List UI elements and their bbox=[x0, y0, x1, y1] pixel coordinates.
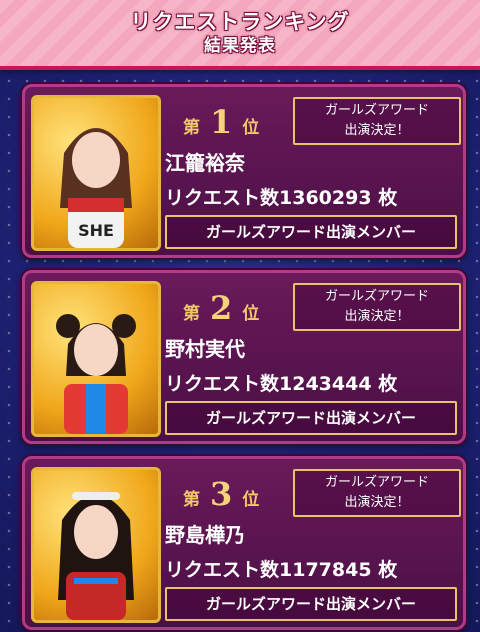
rank-label: 第 3 位 bbox=[183, 475, 260, 513]
header-title: リクエストランキング bbox=[130, 10, 350, 34]
ranking-card-2[interactable]: 第 2 位 ガールズアワード 出演決定！ 野村実代 リクエスト数1243444 … bbox=[22, 270, 466, 444]
rank-label: 第 2 位 bbox=[183, 289, 260, 327]
ranking-header: リクエストランキング 結果発表 bbox=[0, 0, 480, 70]
member-name: 野村実代 bbox=[165, 337, 245, 361]
request-count: リクエスト数1360293 枚 bbox=[165, 187, 398, 209]
header-subtitle: 結果発表 bbox=[204, 36, 276, 56]
ranking-card-3[interactable]: 第 3 位 ガールズアワード 出演決定！ 野島樺乃 リクエスト数1177845 … bbox=[22, 456, 466, 630]
member-photo bbox=[31, 467, 161, 623]
rank-label: 第 1 位 bbox=[183, 103, 260, 141]
member-name: 江籠裕奈 bbox=[165, 151, 245, 175]
award-member-button[interactable]: ガールズアワード出演メンバー bbox=[165, 215, 457, 249]
member-name: 野島樺乃 bbox=[165, 523, 245, 547]
request-count: リクエスト数1243444 枚 bbox=[165, 373, 398, 395]
member-photo: SHE bbox=[31, 95, 161, 251]
ranking-card-1[interactable]: SHE 第 1 位 ガールズアワード 出演決定！ 江籠裕奈 リクエスト数1360… bbox=[22, 84, 466, 258]
svg-text:SHE: SHE bbox=[78, 221, 114, 240]
member-photo bbox=[31, 281, 161, 437]
award-member-button[interactable]: ガールズアワード出演メンバー bbox=[165, 587, 457, 621]
award-badge: ガールズアワード 出演決定！ bbox=[293, 469, 461, 517]
award-member-button[interactable]: ガールズアワード出演メンバー bbox=[165, 401, 457, 435]
award-badge: ガールズアワード 出演決定！ bbox=[293, 97, 461, 145]
request-count: リクエスト数1177845 枚 bbox=[165, 559, 398, 581]
award-badge: ガールズアワード 出演決定！ bbox=[293, 283, 461, 331]
